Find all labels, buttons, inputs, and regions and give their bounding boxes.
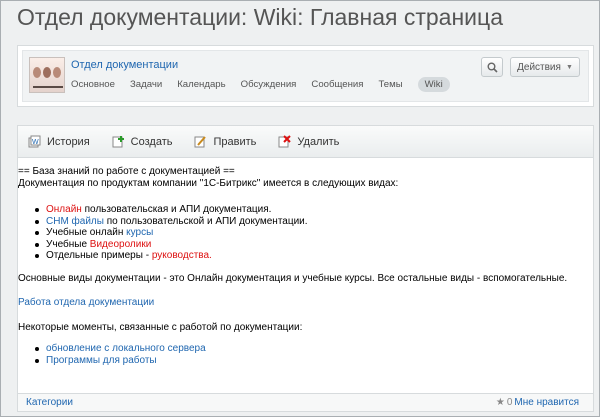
videos-link[interactable]: Видеоролики [90, 239, 152, 250]
history-label: История [47, 135, 90, 148]
group-card: Отдел документации Основное Задачи Кален… [17, 45, 594, 107]
create-icon [112, 136, 124, 148]
work-programs-link[interactable]: Программы для работы [46, 355, 157, 366]
page-title: Отдел документации: Wiki: Главная страни… [17, 4, 503, 30]
list-item-text: пользовательская и АПИ документация. [81, 204, 272, 215]
list-item-text: Учебные [46, 238, 90, 250]
star-icon: ★ [495, 397, 505, 408]
online-docs-link[interactable]: Онлайн [46, 204, 82, 215]
doc-types-list: Онлайн пользовательская и АПИ документац… [35, 204, 308, 262]
group-nav-main[interactable]: Основное [71, 79, 115, 90]
rating: ★ 0 Мне нравится [496, 397, 579, 408]
avatar-caption [33, 86, 63, 88]
list-item: Учебные онлайн курсы [35, 227, 308, 239]
like-link[interactable]: Мне нравится [514, 397, 579, 408]
article-summary: Основные виды документации - это Онлайн … [18, 273, 568, 284]
create-button[interactable]: Создать [112, 135, 173, 148]
moments-list: обновление с локального сервера Программ… [35, 343, 206, 367]
rating-count: 0 [506, 397, 513, 408]
group-nav-topics[interactable]: Темы [378, 79, 402, 90]
moments-intro: Некоторые моменты, связанные с работой п… [18, 322, 303, 333]
avatar-face [43, 66, 51, 78]
group-nav: Основное Задачи Календарь Обсуждения Соо… [71, 77, 450, 92]
chevron-down-icon: ▼ [565, 63, 573, 71]
list-item: CHM файлы по пользовательской и АПИ доку… [35, 215, 308, 228]
chm-files-link[interactable]: CHM файлы [46, 216, 104, 227]
wiki-panel: W История Создать Править Удалить == Баз… [17, 125, 594, 412]
actions-label: Действия [517, 61, 561, 73]
list-item: Программы для работы [35, 355, 206, 367]
dept-work-link[interactable]: Работа отдела документации [18, 297, 154, 309]
list-item-text: Учебные онлайн [46, 227, 127, 239]
edit-icon [194, 136, 207, 148]
categories-link[interactable]: Категории [26, 397, 73, 408]
article-heading: == База знаний по работе с документацией… [18, 166, 235, 177]
search-icon [487, 62, 498, 73]
article-intro: Документация по продуктам компании "1С-Б… [18, 178, 399, 189]
avatar-face [33, 66, 41, 78]
group-avatar[interactable] [29, 57, 65, 93]
list-item: Учебные Видеоролики [35, 238, 308, 251]
edit-button[interactable]: Править [194, 135, 256, 148]
list-item-text: Отдельные примеры - [46, 250, 152, 262]
list-item: обновление с локального сервера [35, 343, 206, 355]
list-item: Онлайн пользовательская и АПИ документац… [35, 204, 308, 216]
courses-link[interactable]: курсы [126, 227, 153, 238]
actions-button[interactable]: Действия ▼ [510, 57, 580, 77]
group-nav-discussions[interactable]: Обсуждения [241, 79, 297, 90]
history-icon: W [28, 135, 41, 148]
group-nav-tasks[interactable]: Задачи [130, 79, 162, 90]
delete-button[interactable]: Удалить [278, 135, 339, 148]
delete-icon [278, 135, 292, 148]
group-nav-wiki[interactable]: Wiki [417, 77, 450, 92]
group-nav-messages[interactable]: Сообщения [311, 79, 363, 90]
list-item: Отдельные примеры - руководства. [35, 250, 308, 262]
window-frame: Отдел документации: Wiki: Главная страни… [0, 0, 600, 417]
guides-link[interactable]: руководства. [152, 250, 212, 261]
group-name-link[interactable]: Отдел документации [71, 59, 178, 71]
avatar-face [53, 66, 61, 78]
edit-label: Править [213, 135, 257, 148]
group-nav-calendar[interactable]: Календарь [177, 79, 225, 90]
wiki-toolbar: W История Создать Править Удалить [18, 126, 593, 158]
delete-label: Удалить [297, 135, 340, 148]
create-label: Создать [130, 135, 173, 148]
svg-text:W: W [32, 139, 39, 146]
history-button[interactable]: W История [28, 135, 90, 148]
search-button[interactable] [481, 57, 503, 77]
list-item-text: по пользовательской и АПИ документации. [103, 215, 308, 227]
group-card-inner: Отдел документации Основное Задачи Кален… [22, 50, 589, 102]
wiki-footer: Категории ★ 0 Мне нравится [18, 393, 593, 411]
local-server-update-link[interactable]: обновление с локального сервера [46, 343, 206, 354]
